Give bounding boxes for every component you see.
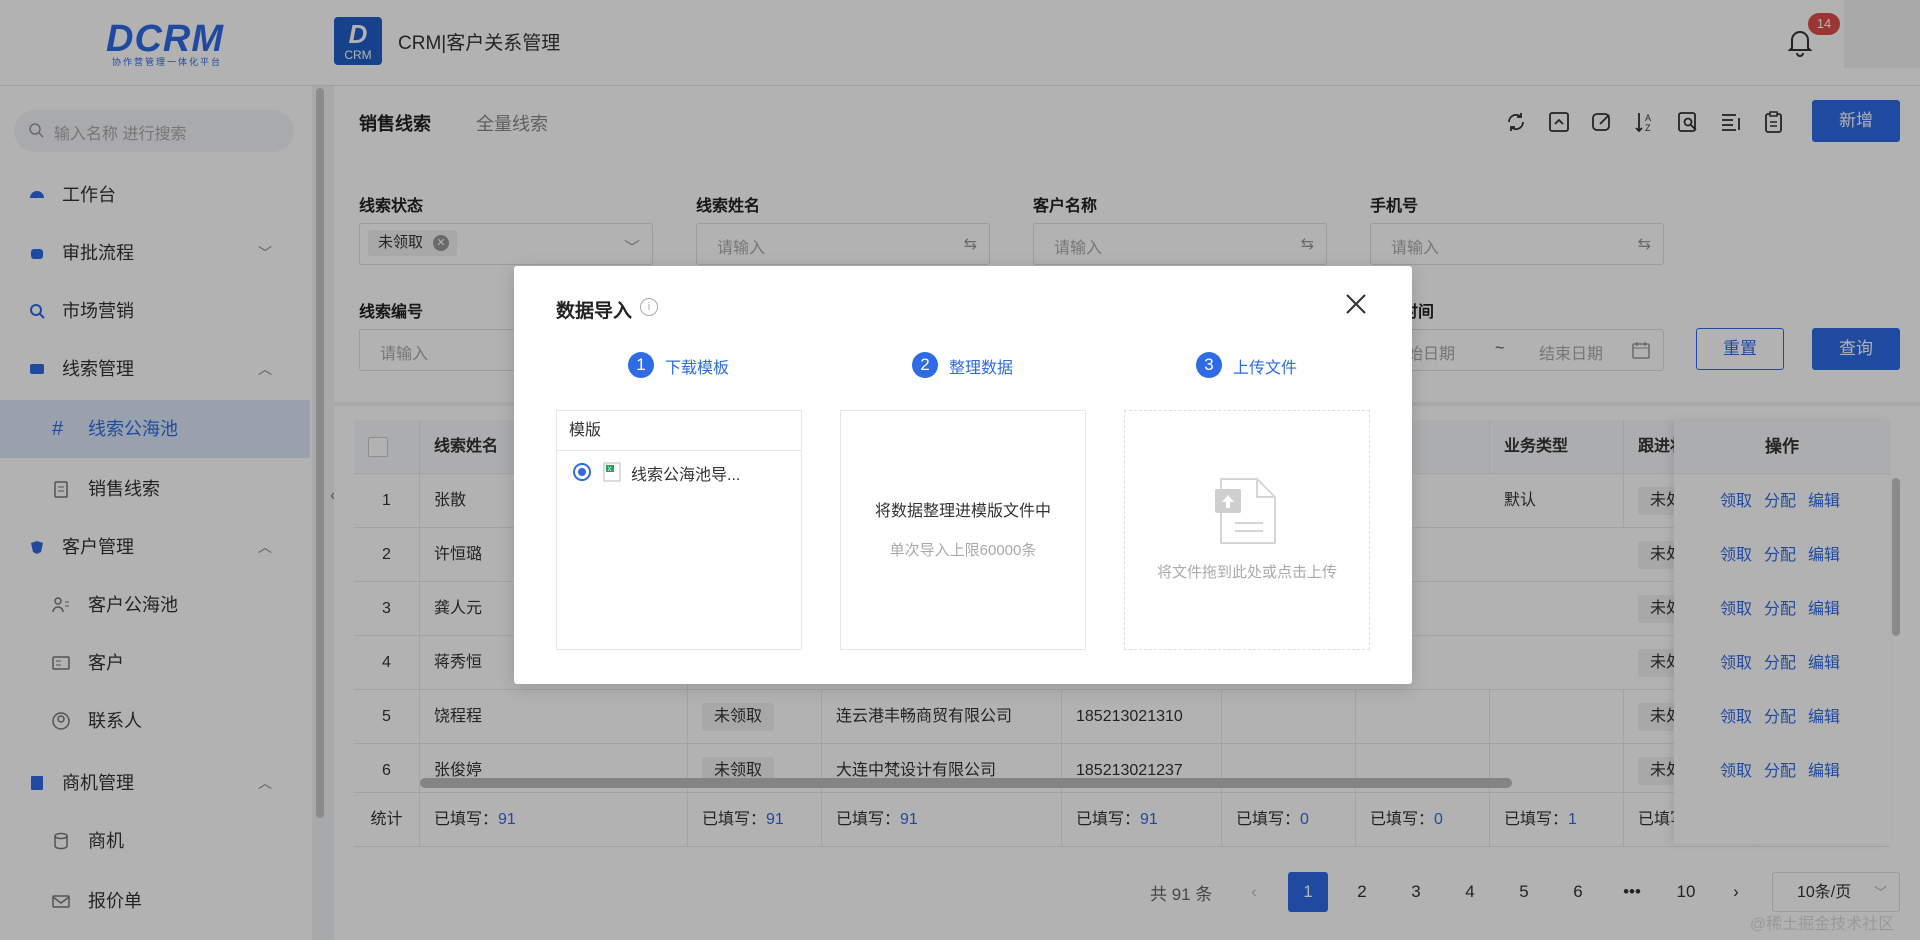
watermark: @稀土掘金技术社区 xyxy=(1750,916,1895,933)
step-2-label: 整理数据 xyxy=(949,360,1014,377)
organize-box: 将数据整理进模版文件中 单次导入上限60000条 xyxy=(840,410,1086,650)
info-icon[interactable]: i xyxy=(640,298,658,316)
template-file-link[interactable]: 线索公海池导... xyxy=(631,461,740,485)
step-3-label: 上传文件 xyxy=(1233,360,1298,377)
close-icon[interactable] xyxy=(1344,292,1368,316)
step-3-number: 3 xyxy=(1196,352,1222,378)
svg-text:X: X xyxy=(608,467,612,473)
organize-title: 将数据整理进模版文件中 xyxy=(874,503,1051,520)
template-box: 模版 X 线索公海池导... xyxy=(556,410,802,650)
template-header: 模版 xyxy=(557,411,801,451)
excel-file-icon: X xyxy=(603,462,621,482)
organize-hint: 单次导入上限60000条 xyxy=(889,542,1037,559)
upload-file-icon xyxy=(1215,478,1276,544)
step-1-label[interactable]: 下载模板 xyxy=(665,354,729,378)
upload-hint: 将文件拖到此处或点击上传 xyxy=(1156,564,1337,581)
import-dialog: 数据导入 i 1 下载模板 2 整理数据 3 上传文件 模版 X 线索公海池导.… xyxy=(514,266,1412,684)
dialog-title: 数据导入 xyxy=(556,301,633,322)
template-radio[interactable] xyxy=(573,463,591,481)
upload-dropzone[interactable]: 将文件拖到此处或点击上传 xyxy=(1124,410,1370,650)
step-1-number: 1 xyxy=(628,352,654,378)
step-2-number: 2 xyxy=(912,352,938,378)
